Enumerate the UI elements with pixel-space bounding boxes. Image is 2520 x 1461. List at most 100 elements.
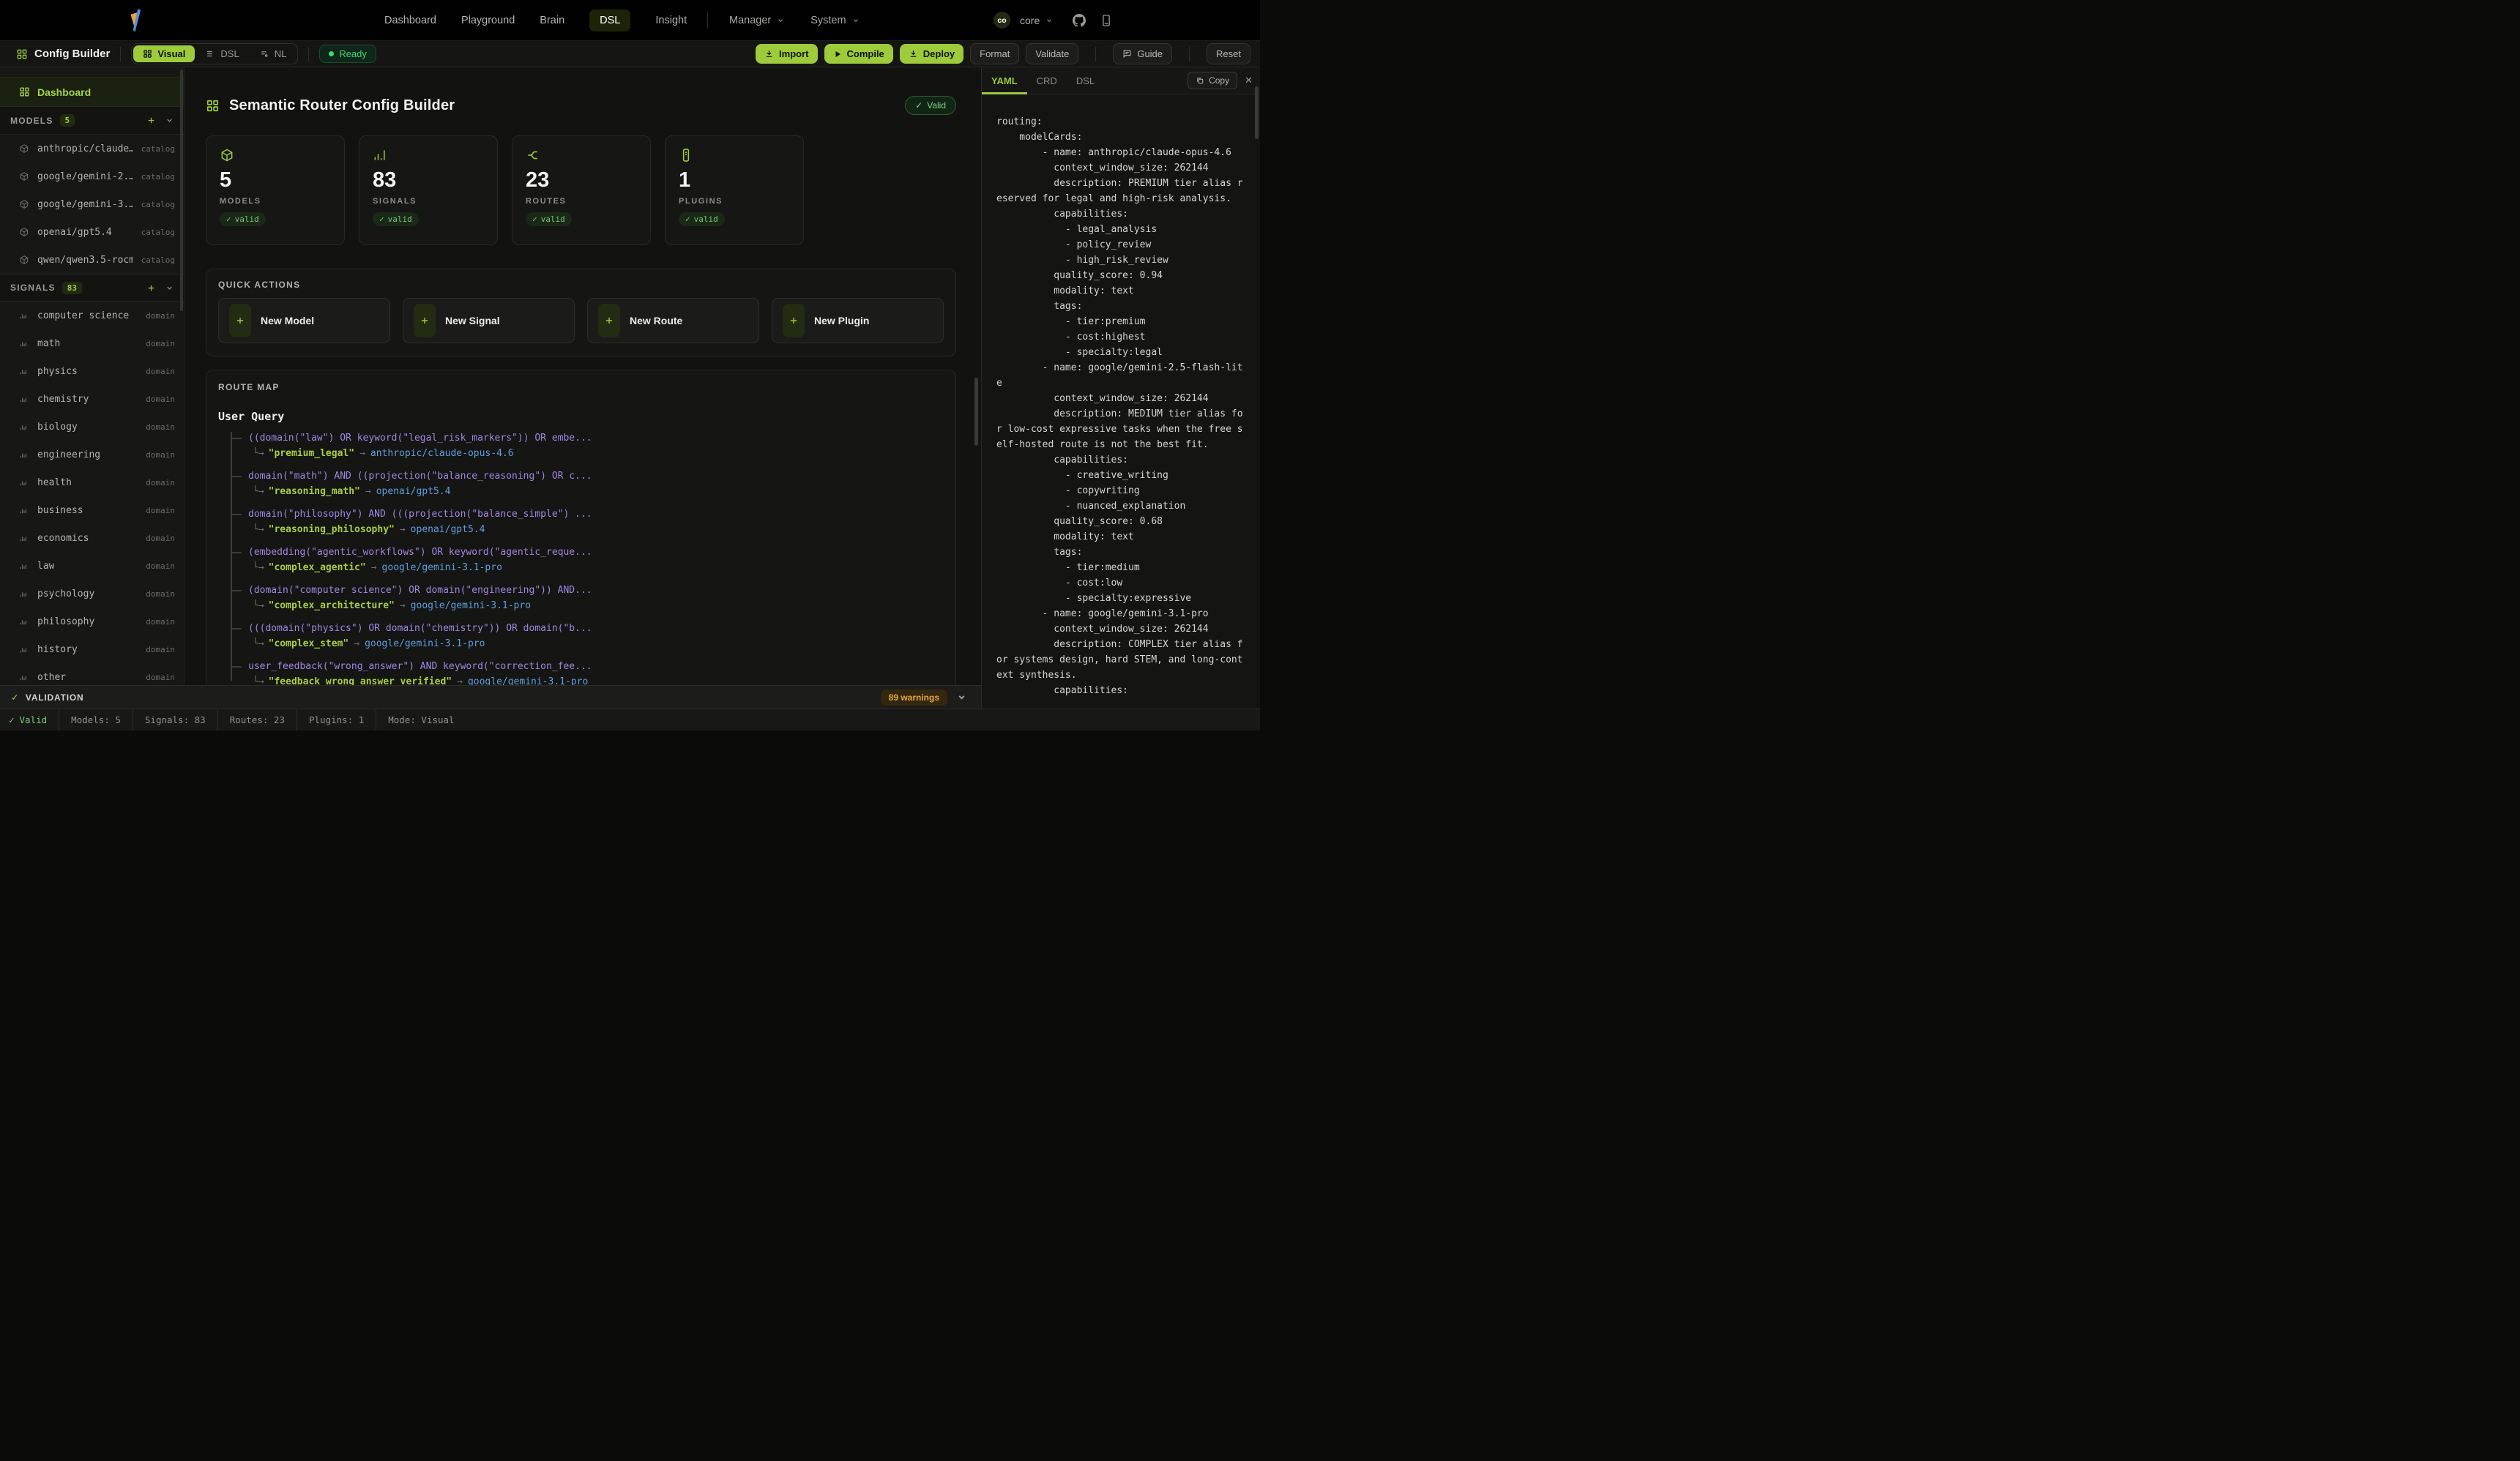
main-scrollbar[interactable] xyxy=(974,378,978,446)
sidebar-scrollbar[interactable] xyxy=(180,70,183,311)
signal-tag: domain xyxy=(146,367,175,376)
close-icon[interactable]: ✕ xyxy=(1245,75,1253,86)
output-scrollbar[interactable] xyxy=(1255,86,1259,139)
nav-link-dashboard[interactable]: Dashboard xyxy=(384,15,436,26)
sidebar-signal-item[interactable]: history domain xyxy=(0,635,184,663)
new-signal-button[interactable]: New Signal xyxy=(403,298,575,343)
mode-tab-visual[interactable]: Visual xyxy=(133,45,195,62)
stat-value: 1 xyxy=(679,168,790,193)
lines-icon xyxy=(206,49,215,59)
format-button[interactable]: Format xyxy=(970,43,1019,64)
nav-dropdown-manager[interactable]: Manager xyxy=(729,15,784,26)
yaml-line: capabilities: xyxy=(996,452,1260,468)
route-condition: (domain("computer science") OR domain("e… xyxy=(231,583,944,598)
compile-button[interactable]: Compile xyxy=(824,44,893,64)
nav-link-insight[interactable]: Insight xyxy=(655,15,687,26)
github-icon[interactable] xyxy=(1073,14,1086,27)
nav-dropdown-system[interactable]: System xyxy=(810,15,859,26)
app-root: Dashboard Playground Brain DSL Insight M… xyxy=(0,0,1260,730)
chevron-down-icon[interactable] xyxy=(957,692,966,702)
guide-button[interactable]: Guide xyxy=(1113,43,1172,64)
model-name: google/gemini-2.… xyxy=(37,171,133,182)
sidebar-signal-item[interactable]: psychology domain xyxy=(0,580,184,608)
device-icon[interactable] xyxy=(1100,14,1113,27)
sidebar-signal-item[interactable]: law domain xyxy=(0,552,184,580)
models-section-title: MODELS xyxy=(10,116,53,126)
sidebar-model-item[interactable]: openai/gpt5.4 catalog xyxy=(0,218,184,246)
sidebar-signal-item[interactable]: economics domain xyxy=(0,524,184,552)
tab-dsl[interactable]: DSL xyxy=(1067,67,1104,94)
account-menu[interactable]: core xyxy=(1020,15,1053,26)
tree-corner-icon: └→ xyxy=(253,676,264,685)
route-tree: ((domain("law") OR keyword("legal_risk_m… xyxy=(231,430,944,685)
sidebar-signal-item[interactable]: physics domain xyxy=(0,357,184,385)
chevron-down-icon xyxy=(1045,17,1053,24)
cube-icon xyxy=(19,199,29,209)
sidebar-signal-item[interactable]: math domain xyxy=(0,329,184,357)
route-entry[interactable]: ((domain("law") OR keyword("legal_risk_m… xyxy=(231,430,944,461)
route-model: google/gemini-3.1-pro xyxy=(468,676,588,685)
sidebar-signal-item[interactable]: computer science domain xyxy=(0,302,184,329)
chevron-down-icon[interactable] xyxy=(165,284,174,292)
output-panel-header: YAML CRD DSL Copy ✕ xyxy=(982,67,1260,94)
stat-value: 5 xyxy=(220,168,331,193)
route-name: "complex_architecture" xyxy=(269,600,395,611)
valid-badge: ✓ Valid xyxy=(905,96,956,115)
route-entry[interactable]: (((domain("physics") OR domain("chemistr… xyxy=(231,621,944,651)
signals-section-header[interactable]: SIGNALS 83 xyxy=(0,274,184,302)
new-plugin-label: New Plugin xyxy=(814,315,869,326)
route-name: "complex_stem" xyxy=(269,638,349,649)
copy-button[interactable]: Copy xyxy=(1188,72,1237,89)
main-content: Semantic Router Config Builder ✓ Valid 5… xyxy=(185,67,981,685)
route-entry[interactable]: domain("philosophy") AND (((projection("… xyxy=(231,507,944,537)
sidebar-signal-item[interactable]: chemistry domain xyxy=(0,385,184,413)
tree-corner-icon: └→ xyxy=(253,524,264,535)
toolbar-divider xyxy=(1189,47,1190,61)
add-model-icon[interactable] xyxy=(146,116,156,125)
add-signal-icon[interactable] xyxy=(146,283,156,293)
sidebar-signal-item[interactable]: engineering domain xyxy=(0,441,184,468)
bar-chart-icon xyxy=(19,366,29,376)
yaml-line: tags: xyxy=(996,545,1260,560)
chevron-down-icon[interactable] xyxy=(165,116,174,124)
sidebar-model-item[interactable]: anthropic/claude… catalog xyxy=(0,135,184,162)
import-button[interactable]: Import xyxy=(756,44,817,64)
mode-switcher: Visual DSL NL xyxy=(131,43,298,64)
sidebar-signal-item[interactable]: business domain xyxy=(0,496,184,524)
reset-button[interactable]: Reset xyxy=(1207,43,1250,64)
sidebar-signal-item[interactable]: other domain xyxy=(0,663,184,685)
new-plugin-button[interactable]: New Plugin xyxy=(772,298,944,343)
new-route-button[interactable]: New Route xyxy=(587,298,759,343)
tab-crd[interactable]: CRD xyxy=(1027,67,1067,94)
route-entry[interactable]: domain("math") AND ((projection("balance… xyxy=(231,468,944,499)
nav-link-playground[interactable]: Playground xyxy=(461,15,515,26)
sidebar-signal-item[interactable]: philosophy domain xyxy=(0,608,184,635)
mode-tab-nl[interactable]: NL xyxy=(250,45,297,62)
mode-tab-dsl[interactable]: DSL xyxy=(196,45,248,62)
nav-dropdown-system-label: System xyxy=(810,15,846,26)
sidebar-model-item[interactable]: google/gemini-3.… catalog xyxy=(0,190,184,218)
validation-bar[interactable]: ✓ VALIDATION 89 warnings xyxy=(0,685,981,709)
avatar[interactable]: co xyxy=(994,12,1010,29)
sidebar-signal-item[interactable]: biology domain xyxy=(0,413,184,441)
nav-link-dsl[interactable]: DSL xyxy=(589,10,630,31)
route-name: "reasoning_philosophy" xyxy=(269,524,395,535)
route-entry[interactable]: user_feedback("wrong_answer") AND keywor… xyxy=(231,659,944,685)
route-entry[interactable]: (embedding("agentic_workflows") OR keywo… xyxy=(231,545,944,575)
validate-button[interactable]: Validate xyxy=(1026,43,1078,64)
sidebar-model-item[interactable]: qwen/qwen3.5-rocm catalog xyxy=(0,246,184,274)
route-entry[interactable]: (domain("computer science") OR domain("e… xyxy=(231,583,944,613)
toolbar-divider xyxy=(1095,47,1096,61)
models-section-header[interactable]: MODELS 5 xyxy=(0,107,184,135)
yaml-code-view[interactable]: routing: modelCards: - name: anthropic/c… xyxy=(982,94,1260,709)
warnings-badge[interactable]: 89 warnings xyxy=(881,690,947,706)
sidebar-model-item[interactable]: google/gemini-2.… catalog xyxy=(0,162,184,190)
sidebar-signal-item[interactable]: health domain xyxy=(0,468,184,496)
deploy-button[interactable]: Deploy xyxy=(900,44,963,64)
new-model-button[interactable]: New Model xyxy=(218,298,390,343)
sidebar-item-dashboard[interactable]: Dashboard xyxy=(0,77,184,107)
tab-yaml[interactable]: YAML xyxy=(982,67,1027,94)
arrow-icon: → xyxy=(457,676,463,685)
brand-logo-icon[interactable] xyxy=(130,8,141,33)
nav-link-brain[interactable]: Brain xyxy=(540,15,564,26)
